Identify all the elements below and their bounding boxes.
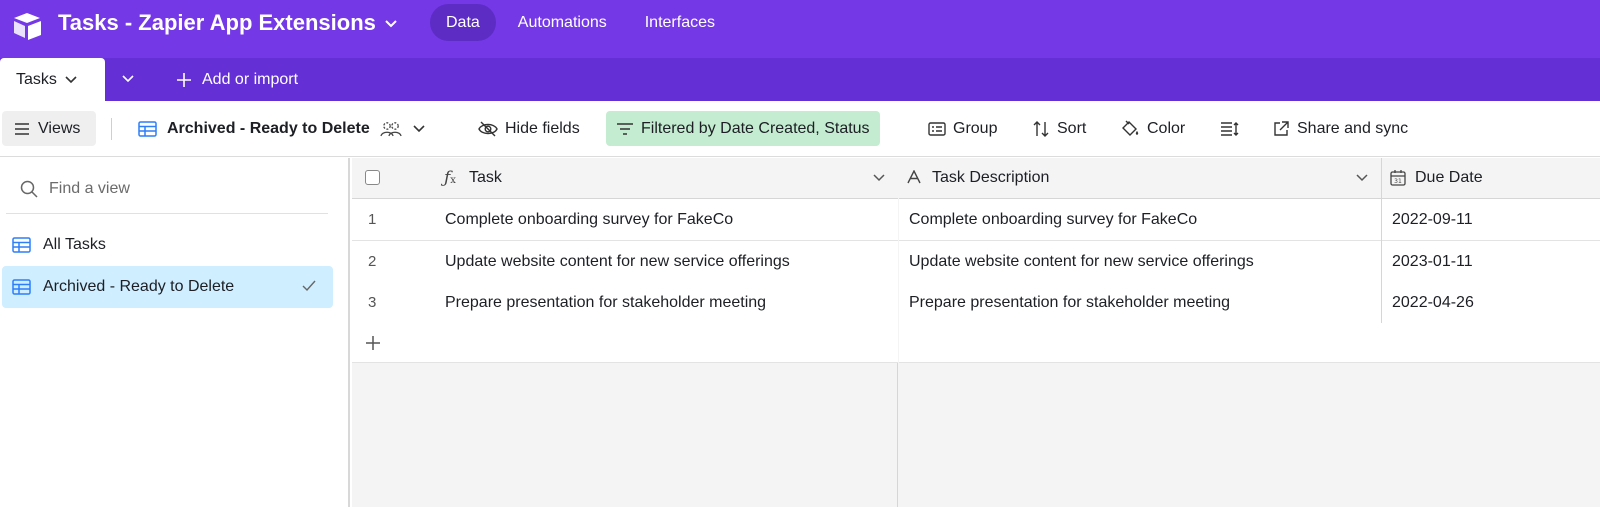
text-field-icon: [907, 170, 921, 184]
row-number: 2: [368, 253, 377, 270]
sort-button[interactable]: Sort: [1022, 111, 1096, 146]
top-nav: Data Automations Interfaces: [430, 4, 731, 41]
views-label: Views: [38, 119, 81, 137]
airtable-logo-icon[interactable]: [10, 9, 44, 43]
current-view-name: Archived - Ready to Delete: [167, 119, 370, 137]
color-label: Color: [1147, 119, 1186, 137]
share-and-sync-label: Share and sync: [1297, 119, 1409, 137]
table-tab-tasks[interactable]: Tasks: [0, 58, 105, 101]
base-title-text: Tasks - Zapier App Extensions: [58, 10, 376, 35]
due-date-cell[interactable]: 2022-04-26: [1392, 294, 1474, 312]
plus-icon: [366, 336, 380, 350]
data-grid: ƒx Task 1 Complete onboarding survey for…: [352, 158, 1600, 507]
table-tab-label: Tasks: [16, 70, 57, 88]
sidebar-item-archived[interactable]: Archived - Ready to Delete: [2, 266, 333, 308]
calendar-icon: 31: [1390, 170, 1406, 186]
view-toolbar: Views Archived - Ready to Delete Hide fi…: [0, 101, 1600, 157]
search-divider: [6, 213, 328, 214]
task-cell[interactable]: Prepare presentation for stakeholder mee…: [445, 294, 766, 312]
add-or-import-button[interactable]: Add or import: [176, 58, 298, 101]
grid-header-right: Task Description 31 Due Date: [899, 158, 1600, 199]
row-number: 1: [368, 211, 377, 228]
table-row[interactable]: Update website content for new service o…: [899, 241, 1600, 283]
column-header-due-date[interactable]: Due Date: [1415, 169, 1483, 187]
current-view-switcher[interactable]: Archived - Ready to Delete: [138, 111, 426, 146]
filter-button[interactable]: Filtered by Date Created, Status: [606, 111, 880, 146]
formula-icon: ƒx: [444, 168, 456, 188]
sidebar-item-label: All Tasks: [43, 236, 106, 253]
search-icon: [20, 180, 38, 198]
chevron-down-icon: [65, 75, 77, 83]
column-divider: [1381, 199, 1382, 241]
collaborative-view-icon: [380, 121, 402, 136]
column-divider: [1381, 241, 1382, 283]
table-row[interactable]: 1 Complete onboarding survey for FakeCo: [352, 199, 898, 241]
filter-icon: [617, 122, 633, 135]
all-tables-chevron-icon[interactable]: [120, 70, 136, 86]
column-header-task-description[interactable]: Task Description: [932, 169, 1049, 187]
column-divider: [1381, 158, 1382, 199]
row-height-icon: [1221, 121, 1239, 136]
chevron-down-icon[interactable]: [412, 124, 426, 133]
column-header-task[interactable]: Task: [469, 169, 502, 187]
select-all-checkbox[interactable]: [365, 170, 380, 185]
task-description-cell[interactable]: Update website content for new service o…: [909, 253, 1254, 271]
sidebar-item-label: Archived - Ready to Delete: [43, 278, 235, 295]
due-date-cell[interactable]: 2022-09-11: [1392, 211, 1473, 229]
eye-off-icon: [478, 121, 498, 136]
chevron-down-icon[interactable]: [872, 173, 886, 182]
views-button[interactable]: Views: [2, 111, 96, 146]
plus-icon: [177, 72, 191, 87]
add-or-import-label: Add or import: [202, 70, 299, 88]
find-view-search[interactable]: Find a view: [20, 180, 130, 198]
task-description-cell[interactable]: Prepare presentation for stakeholder mee…: [909, 294, 1230, 312]
table-tab-bar: Tasks Add or import: [0, 58, 1600, 101]
views-sidebar: Find a view All Tasks Archived - Ready t…: [0, 158, 350, 507]
svg-text:31: 31: [1394, 178, 1402, 185]
sort-label: Sort: [1057, 119, 1087, 137]
nav-data[interactable]: Data: [430, 4, 496, 41]
task-cell[interactable]: Update website content for new service o…: [445, 253, 790, 271]
add-row-extension[interactable]: [899, 323, 1600, 363]
chevron-down-icon[interactable]: [1355, 173, 1369, 182]
check-icon: [302, 280, 316, 292]
grid-view-icon: [138, 120, 157, 137]
row-number: 3: [368, 294, 377, 311]
nav-interfaces[interactable]: Interfaces: [629, 4, 731, 41]
hide-fields-button[interactable]: Hide fields: [468, 111, 590, 146]
column-divider: [1381, 282, 1382, 324]
top-bar: Tasks - Zapier App Extensions Data Autom…: [0, 0, 1600, 58]
group-label: Group: [953, 119, 998, 137]
external-share-icon: [1274, 120, 1289, 136]
grid-view-icon: [12, 237, 31, 253]
hamburger-icon: [15, 122, 29, 135]
paint-bucket-icon: [1122, 120, 1139, 136]
table-row[interactable]: 3 Prepare presentation for stakeholder m…: [352, 282, 898, 324]
task-description-cell[interactable]: Complete onboarding survey for FakeCo: [909, 211, 1197, 229]
add-row[interactable]: [352, 323, 898, 363]
search-input[interactable]: Find a view: [49, 180, 130, 198]
sidebar-item-all-tasks[interactable]: All Tasks: [2, 224, 333, 266]
due-date-cell[interactable]: 2023-01-11: [1392, 253, 1473, 271]
filter-label: Filtered by Date Created, Status: [641, 119, 870, 137]
row-height-button[interactable]: [1210, 111, 1250, 146]
table-row[interactable]: Complete onboarding survey for FakeCo 20…: [899, 199, 1600, 241]
grid-view-icon: [12, 279, 31, 295]
table-row[interactable]: 2 Update website content for new service…: [352, 241, 898, 283]
color-button[interactable]: Color: [1110, 111, 1195, 146]
share-and-sync-button[interactable]: Share and sync: [1262, 111, 1418, 146]
hide-fields-label: Hide fields: [505, 119, 580, 137]
task-cell[interactable]: Complete onboarding survey for FakeCo: [445, 211, 733, 229]
grid-left-pane: ƒx Task 1 Complete onboarding survey for…: [352, 158, 898, 507]
toolbar-divider: [111, 118, 112, 140]
chevron-down-icon: [385, 20, 397, 28]
group-button[interactable]: Group: [918, 111, 1007, 146]
group-icon: [928, 121, 946, 136]
table-row[interactable]: Prepare presentation for stakeholder mee…: [899, 282, 1600, 324]
sort-icon: [1033, 120, 1049, 137]
base-title[interactable]: Tasks - Zapier App Extensions: [58, 10, 398, 36]
grid-header-left: ƒx Task: [352, 158, 898, 199]
nav-automations[interactable]: Automations: [502, 4, 623, 41]
